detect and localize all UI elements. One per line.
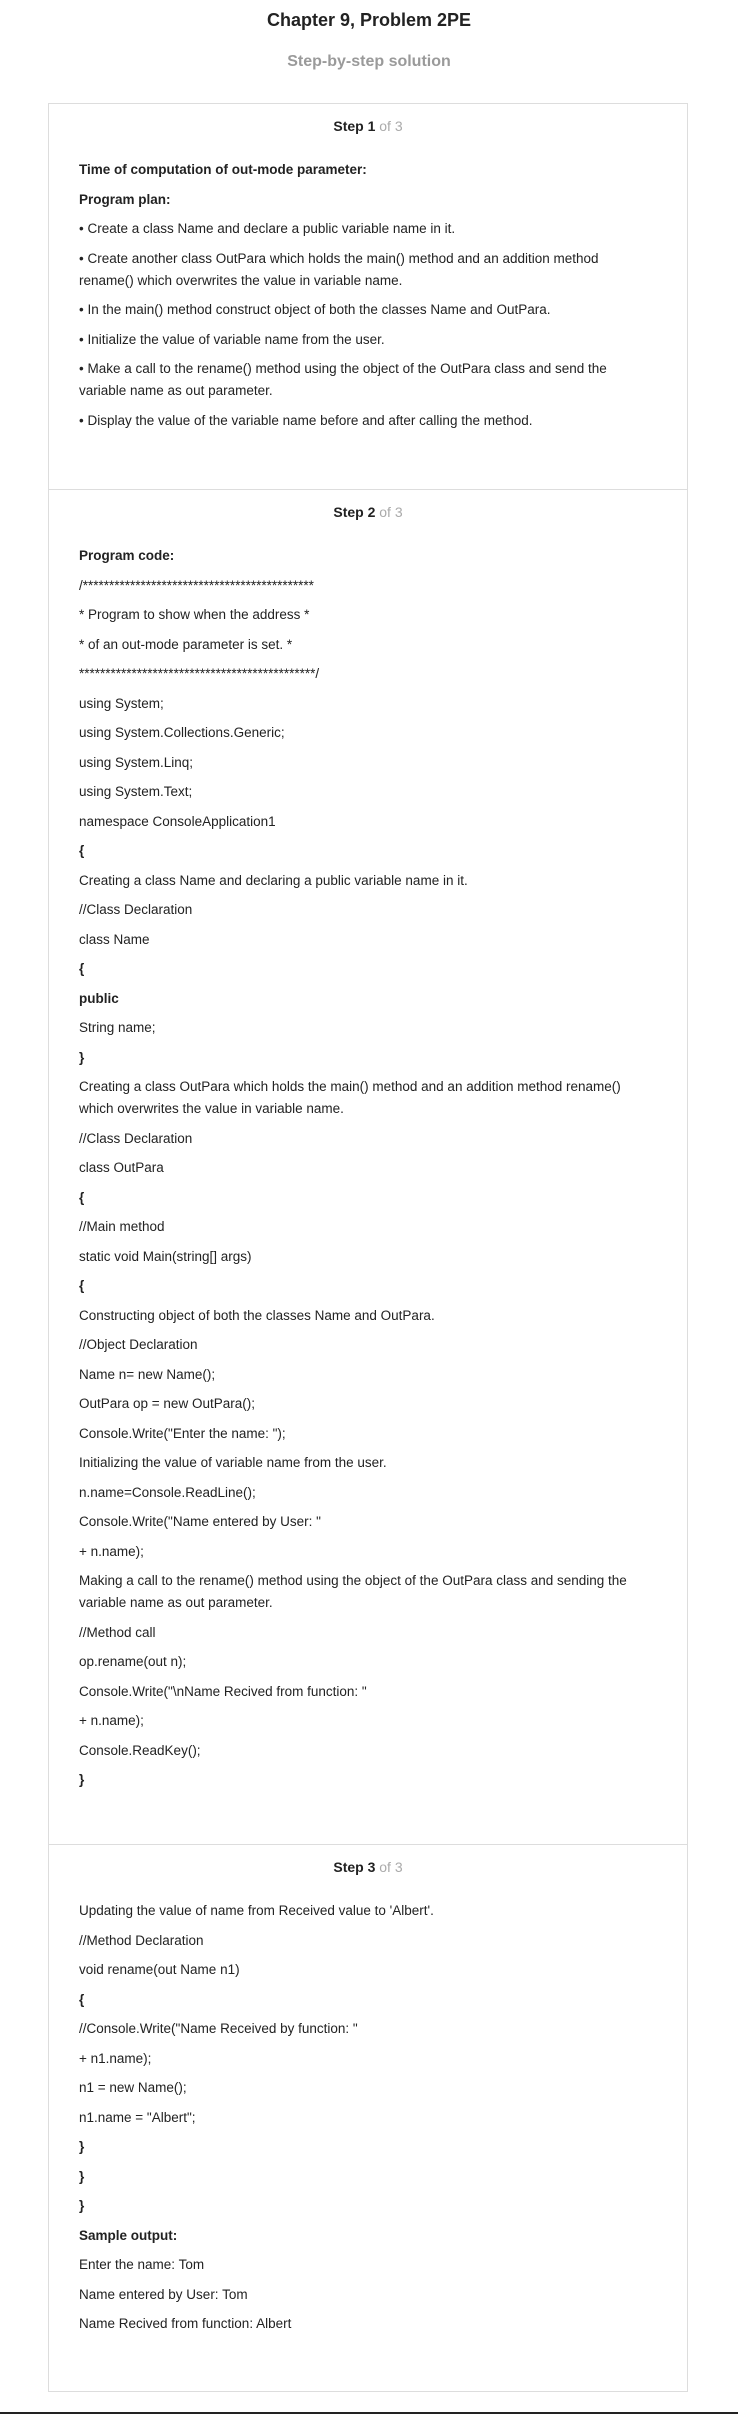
comment-line: //Object Declaration bbox=[79, 1337, 198, 1352]
code-line: Console.Write("Name entered by User: " bbox=[79, 1514, 321, 1529]
code-line: op.rename(out n); bbox=[79, 1654, 187, 1669]
step-2-box: Step 2 of 3 Program code: /*************… bbox=[48, 489, 688, 1845]
program-plan-heading: Program plan: bbox=[79, 191, 171, 207]
code-line: ****************************************… bbox=[79, 666, 320, 681]
output-line: Name entered by User: Tom bbox=[79, 2286, 248, 2302]
step-2-label: Step 2 bbox=[333, 504, 376, 520]
code-line: Name n= new Name(); bbox=[79, 1366, 216, 1382]
code-line: String name; bbox=[79, 1020, 156, 1035]
code-line: { bbox=[79, 1189, 85, 1205]
comment-line: //Method call bbox=[79, 1624, 156, 1640]
explanation-line: Constructing object of both the classes … bbox=[79, 1307, 435, 1323]
step-3-of: of 3 bbox=[379, 1859, 403, 1875]
code-line: + n.name); bbox=[79, 1713, 144, 1728]
page-bottom-border bbox=[0, 2412, 738, 2414]
code-line: static void Main(string[] args) bbox=[79, 1248, 252, 1264]
step-1-content: Time of computation of out-mode paramete… bbox=[49, 159, 687, 432]
step-2-of: of 3 bbox=[379, 504, 403, 520]
code-line: } bbox=[79, 1772, 85, 1787]
plan-item: • Create a class Name and declare a publ… bbox=[79, 221, 456, 236]
code-line: * Program to show when the address * bbox=[79, 607, 310, 622]
step-1-label: Step 1 bbox=[333, 118, 376, 134]
code-line: using System; bbox=[79, 695, 164, 711]
step-3-header: Step 3 of 3 bbox=[49, 1859, 687, 1875]
explanation-line: Creating a class Name and declaring a pu… bbox=[79, 872, 468, 888]
comment-line: //Method Declaration bbox=[79, 1932, 204, 1948]
step-3-label: Step 3 bbox=[333, 1859, 376, 1875]
code-line: public bbox=[79, 990, 119, 1006]
step-2-content: Program code: /*************************… bbox=[49, 545, 687, 1791]
comment-line: //Class Declaration bbox=[79, 902, 193, 917]
code-line: { bbox=[79, 843, 85, 858]
code-line: n1.name = "Albert"; bbox=[79, 2109, 196, 2125]
code-line: class Name bbox=[79, 931, 150, 947]
comment-line: //Class Declaration bbox=[79, 1130, 193, 1146]
code-line: n1 = new Name(); bbox=[79, 2080, 187, 2095]
code-line: } bbox=[79, 2198, 85, 2213]
code-line: * of an out-mode parameter is set. * bbox=[79, 636, 293, 652]
code-line: namespace ConsoleApplication1 bbox=[79, 813, 276, 829]
code-line: using System.Collections.Generic; bbox=[79, 725, 285, 740]
plan-item: • Display the value of the variable name… bbox=[79, 412, 533, 428]
plan-item: • Initialize the value of variable name … bbox=[79, 331, 385, 347]
explanation-line: Creating a class OutPara which holds the… bbox=[79, 1079, 621, 1116]
code-line: Console.Write("Enter the name: "); bbox=[79, 1425, 286, 1441]
plan-item: • Create another class OutPara which hol… bbox=[79, 250, 599, 288]
program-code-heading: Program code: bbox=[79, 548, 175, 563]
step-1-heading: Time of computation of out-mode paramete… bbox=[79, 162, 367, 177]
code-line: void rename(out Name n1) bbox=[79, 1962, 240, 1977]
step-1-box: Step 1 of 3 Time of computation of out-m… bbox=[48, 103, 688, 490]
code-line: { bbox=[79, 1991, 85, 2007]
plan-item: • In the main() method construct object … bbox=[79, 302, 551, 317]
code-line: } bbox=[79, 2139, 85, 2154]
code-line: Console.Write("\nName Recived from funct… bbox=[79, 1683, 367, 1699]
step-1-header: Step 1 of 3 bbox=[49, 118, 687, 134]
chapter-title: Chapter 9, Problem 2PE bbox=[266, 10, 472, 30]
code-line: n.name=Console.ReadLine(); bbox=[79, 1484, 256, 1500]
step-3-box: Step 3 of 3 Updating the value of name f… bbox=[48, 1844, 688, 2392]
step-2-header: Step 2 of 3 bbox=[49, 504, 687, 520]
code-line: { bbox=[79, 961, 85, 976]
step-3-content: Updating the value of name from Received… bbox=[49, 1900, 687, 2335]
explanation-line: Updating the value of name from Received… bbox=[79, 1903, 434, 1918]
comment-line: //Main method bbox=[79, 1219, 165, 1234]
code-line: Console.ReadKey(); bbox=[79, 1742, 201, 1758]
explanation-line: Initializing the value of variable name … bbox=[79, 1455, 387, 1470]
solution-page: Chapter 9, Problem 2PE Step-by-step solu… bbox=[0, 0, 738, 2418]
comment-line: //Console.Write("Name Received by functi… bbox=[79, 2021, 358, 2036]
code-line: /***************************************… bbox=[79, 577, 314, 593]
code-line: using System.Linq; bbox=[79, 754, 194, 770]
code-line: } bbox=[79, 2168, 85, 2184]
output-line: Enter the name: Tom bbox=[79, 2257, 205, 2272]
code-line: } bbox=[79, 1049, 85, 1065]
output-line: Name Recived from function: Albert bbox=[79, 2316, 292, 2331]
code-line: using System.Text; bbox=[79, 784, 193, 799]
code-line: { bbox=[79, 1278, 85, 1293]
solution-subtitle: Step-by-step solution bbox=[287, 53, 451, 70]
code-line: + n.name); bbox=[79, 1543, 144, 1559]
code-line: OutPara op = new OutPara(); bbox=[79, 1396, 255, 1411]
comment-line: + n1.name); bbox=[79, 2050, 152, 2066]
plan-item: • Make a call to the rename() method usi… bbox=[79, 361, 607, 398]
step-1-of: of 3 bbox=[379, 118, 403, 134]
sample-output-heading: Sample output: bbox=[79, 2227, 178, 2243]
explanation-line: Making a call to the rename() method usi… bbox=[79, 1573, 627, 1610]
code-line: class OutPara bbox=[79, 1160, 164, 1175]
